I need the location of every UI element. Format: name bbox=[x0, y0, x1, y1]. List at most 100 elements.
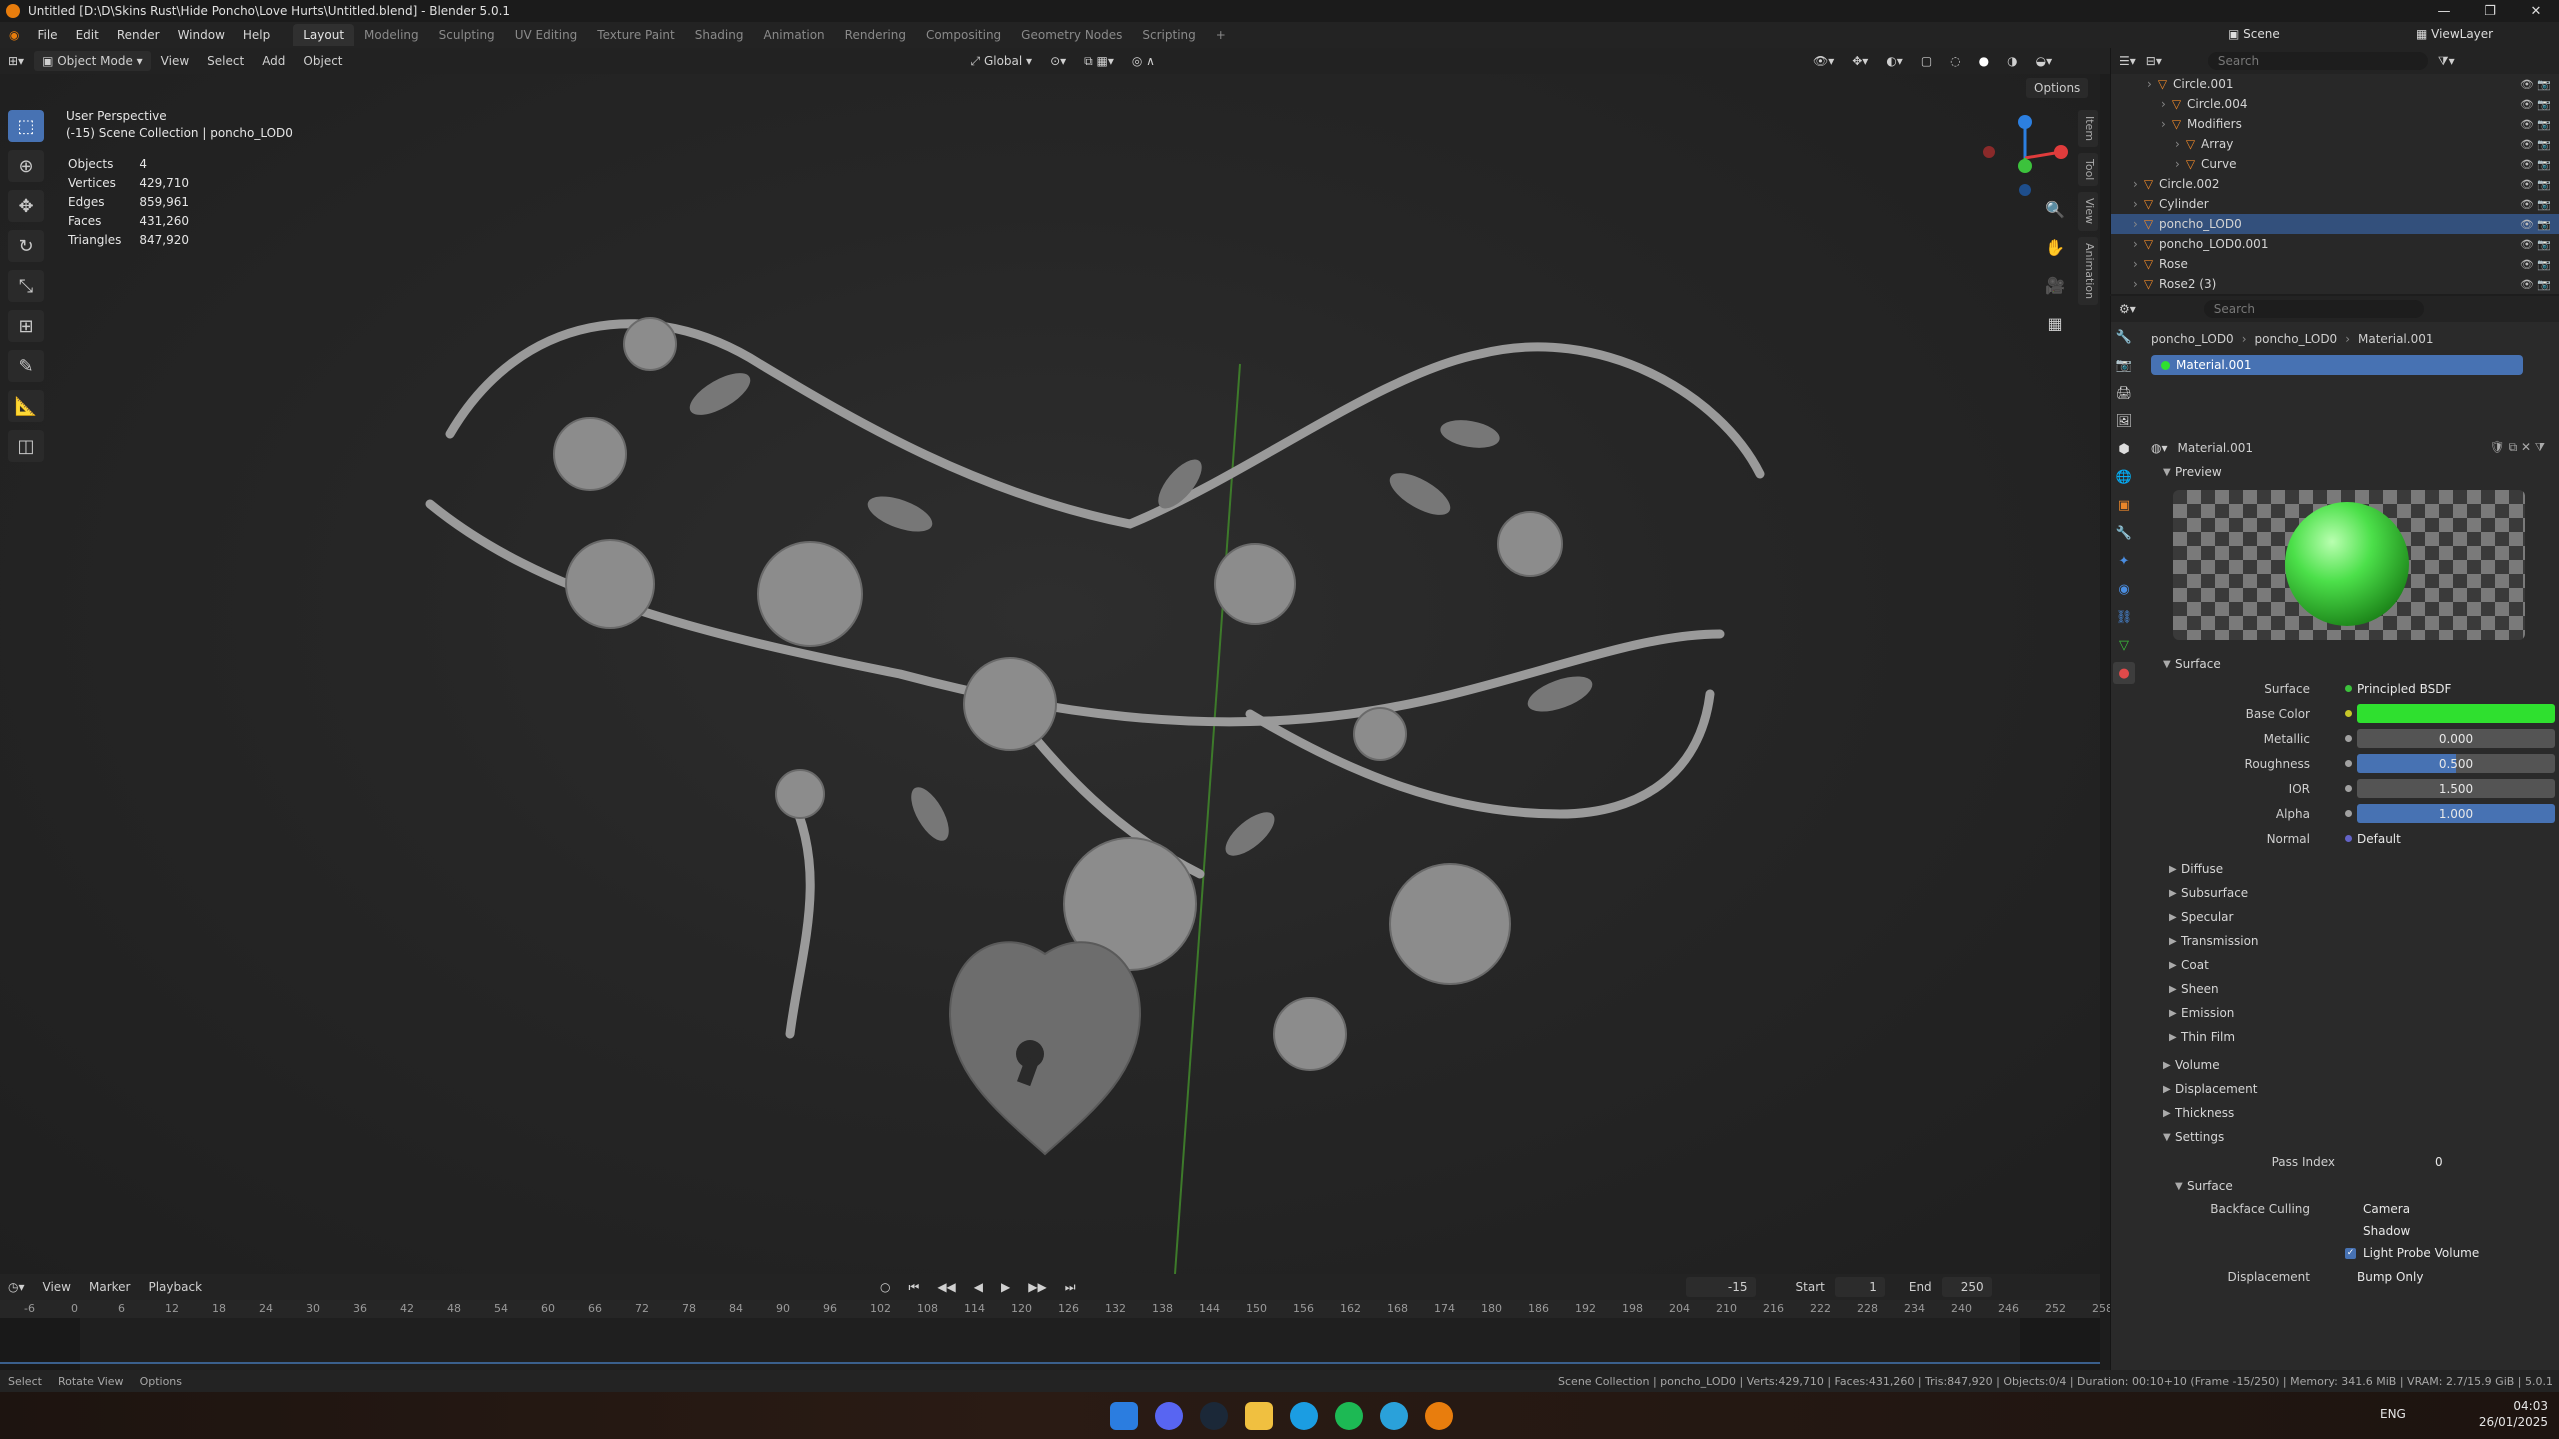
shading-rendered-icon[interactable]: ◒▾ bbox=[2028, 51, 2061, 71]
expand-arrow-icon[interactable]: › bbox=[2133, 197, 2138, 211]
visibility-toggle-icon[interactable]: 👁 📷 bbox=[2520, 78, 2551, 91]
data-tab-icon[interactable]: ▽ bbox=[2113, 634, 2135, 656]
subsection-thin-film[interactable]: ▶ Thin Film bbox=[2145, 1025, 2555, 1049]
tab-layout[interactable]: Layout bbox=[293, 24, 355, 46]
outliner-item[interactable]: › ▽ Rose2 (3) 👁 📷 bbox=[2111, 274, 2559, 294]
spotify-icon[interactable] bbox=[1335, 1402, 1363, 1430]
tab-texture-paint[interactable]: Texture Paint bbox=[587, 24, 684, 46]
proportional-icon[interactable]: ◎ ∧ bbox=[1124, 51, 1163, 71]
base-color-swatch[interactable] bbox=[2357, 704, 2555, 723]
outliner-item[interactable]: › ▽ poncho_LOD0.001 👁 📷 bbox=[2111, 234, 2559, 254]
outliner-item[interactable]: › ▽ Modifiers 👁 📷 bbox=[2111, 114, 2559, 134]
move-tool-icon[interactable]: ✥ bbox=[8, 190, 44, 222]
filter-icon[interactable]: ⧩▾ bbox=[2438, 54, 2455, 69]
expand-arrow-icon[interactable]: › bbox=[2133, 237, 2138, 251]
surface-shader-field[interactable]: Principled BSDF bbox=[2357, 682, 2451, 696]
surface-section[interactable]: ▼ Surface bbox=[2145, 652, 2555, 676]
material-slot-selected[interactable]: Material.001 bbox=[2151, 355, 2523, 375]
3d-viewport[interactable] bbox=[0, 74, 2100, 1274]
normal-field[interactable]: Default bbox=[2357, 832, 2401, 846]
render-tab-icon[interactable]: 📷 bbox=[2113, 354, 2135, 376]
particles-tab-icon[interactable]: ✦ bbox=[2113, 550, 2135, 572]
subsection-emission[interactable]: ▶ Emission bbox=[2145, 1001, 2555, 1025]
volume-section[interactable]: ▶ Volume bbox=[2145, 1053, 2555, 1077]
expand-arrow-icon[interactable]: › bbox=[2161, 117, 2166, 131]
shadow-checkbox[interactable]: Shadow bbox=[2363, 1224, 2410, 1238]
tab-compositing[interactable]: Compositing bbox=[916, 24, 1011, 46]
menu-add[interactable]: Add bbox=[254, 51, 293, 71]
file-explorer-icon[interactable] bbox=[1245, 1402, 1273, 1430]
menu-edit[interactable]: Edit bbox=[67, 28, 108, 42]
play-reverse-icon[interactable]: ◀ bbox=[966, 1277, 991, 1297]
steam-icon[interactable] bbox=[1200, 1402, 1228, 1430]
visibility-toggle-icon[interactable]: 👁 📷 bbox=[2520, 98, 2551, 111]
jump-end-icon[interactable]: ⏭ bbox=[1057, 1277, 1084, 1298]
jump-start-icon[interactable]: ⏮ bbox=[901, 1277, 928, 1298]
outliner-search-input[interactable]: Search bbox=[2207, 52, 2428, 70]
tab-geometry-nodes[interactable]: Geometry Nodes bbox=[1011, 24, 1132, 46]
tab-animation-side[interactable]: Animation bbox=[2078, 236, 2098, 305]
expand-arrow-icon[interactable]: › bbox=[2175, 137, 2180, 151]
shading-material-icon[interactable]: ◑ bbox=[1999, 51, 2025, 71]
tab-view[interactable]: View bbox=[2078, 192, 2098, 231]
navigation-gizmo[interactable] bbox=[1975, 108, 2075, 208]
expand-arrow-icon[interactable]: › bbox=[2133, 217, 2138, 231]
shading-wireframe-icon[interactable]: ◌ bbox=[1942, 51, 1968, 71]
material-actions-icons[interactable]: 🛡 ⧉ ✕ ⧩ bbox=[2490, 440, 2545, 455]
tab-tool[interactable]: Tool bbox=[2078, 153, 2098, 187]
editor-type-icon[interactable]: ⊞▾ bbox=[0, 51, 32, 71]
zoom-icon[interactable]: 🔍 bbox=[2040, 196, 2070, 222]
visibility-toggle-icon[interactable]: 👁 📷 bbox=[2520, 118, 2551, 131]
physics-tab-icon[interactable]: ◉ bbox=[2113, 578, 2135, 600]
minimize-button[interactable]: — bbox=[2421, 0, 2467, 22]
telegram-icon[interactable] bbox=[1380, 1402, 1408, 1430]
subsection-specular[interactable]: ▶ Specular bbox=[2145, 905, 2555, 929]
ortho-grid-icon[interactable]: ▦ bbox=[2040, 310, 2070, 336]
select-box-tool-icon[interactable]: ⬚ bbox=[8, 110, 44, 142]
annotate-tool-icon[interactable]: ✎ bbox=[8, 350, 44, 382]
blender-taskbar-icon[interactable] bbox=[1425, 1402, 1453, 1430]
end-frame-field[interactable]: 250 bbox=[1941, 1277, 1992, 1297]
scale-tool-icon[interactable]: ⤡ bbox=[8, 270, 44, 302]
transform-tool-icon[interactable]: ⊞ bbox=[8, 310, 44, 342]
menu-window[interactable]: Window bbox=[169, 28, 234, 42]
scene-selector[interactable]: ▣ Scene bbox=[2228, 27, 2280, 41]
tab-animation[interactable]: Animation bbox=[753, 24, 834, 46]
pass-index-field[interactable]: 0 bbox=[2435, 1155, 2443, 1169]
thickness-section[interactable]: ▶ Thickness bbox=[2145, 1101, 2555, 1125]
expand-arrow-icon[interactable]: › bbox=[2147, 77, 2152, 91]
modifier-tab-icon[interactable]: 🔧 bbox=[2113, 522, 2135, 544]
expand-arrow-icon[interactable]: › bbox=[2161, 97, 2166, 111]
subsection-coat[interactable]: ▶ Coat bbox=[2145, 953, 2555, 977]
properties-editor-icon[interactable]: ⚙▾ bbox=[2119, 302, 2136, 316]
material-name-field[interactable]: Material.001 bbox=[2178, 441, 2253, 455]
visibility-toggle-icon[interactable]: 👁 📷 bbox=[2520, 258, 2551, 271]
clock[interactable]: 04:03 26/01/2025 bbox=[2478, 1398, 2548, 1430]
outliner-item[interactable]: › ▽ poncho_LOD0 👁 📷 bbox=[2111, 214, 2559, 234]
tab-scripting[interactable]: Scripting bbox=[1132, 24, 1205, 46]
outliner-item[interactable]: › ▽ Circle.004 👁 📷 bbox=[2111, 94, 2559, 114]
tab-shading[interactable]: Shading bbox=[685, 24, 754, 46]
pivot-icon[interactable]: ⊙▾ bbox=[1042, 51, 1074, 71]
subsection-subsurface[interactable]: ▶ Subsurface bbox=[2145, 881, 2555, 905]
visibility-toggle-icon[interactable]: 👁 📷 bbox=[2520, 238, 2551, 251]
menu-object[interactable]: Object bbox=[295, 51, 350, 71]
expand-arrow-icon[interactable]: › bbox=[2133, 257, 2138, 271]
subsection-diffuse[interactable]: ▶ Diffuse bbox=[2145, 857, 2555, 881]
xray-icon[interactable]: ▢ bbox=[1913, 51, 1940, 71]
rotate-tool-icon[interactable]: ↻ bbox=[8, 230, 44, 262]
shading-solid-icon[interactable]: ● bbox=[1971, 51, 1997, 71]
timeline-menu-view[interactable]: View bbox=[35, 1277, 79, 1297]
outliner-display-mode-icon[interactable]: ⊟▾ bbox=[2146, 54, 2162, 68]
add-workspace-button[interactable]: + bbox=[1206, 24, 1236, 46]
outliner-editor-icon[interactable]: ☰▾ bbox=[2119, 54, 2136, 68]
snap-icon[interactable]: ⧉ ▦▾ bbox=[1076, 51, 1122, 72]
subsection-transmission[interactable]: ▶ Transmission bbox=[2145, 929, 2555, 953]
mode-selector[interactable]: ▣ Object Mode ▾ bbox=[34, 51, 151, 71]
expand-arrow-icon[interactable]: › bbox=[2175, 157, 2180, 171]
material-browse-icon[interactable]: ◍▾ bbox=[2151, 441, 2168, 455]
displacement-method-select[interactable]: Bump Only bbox=[2357, 1270, 2423, 1284]
play-icon[interactable]: ▶ bbox=[993, 1277, 1018, 1297]
roughness-field[interactable]: 0.500 bbox=[2357, 754, 2555, 773]
viewlayer-selector[interactable]: ▦ ViewLayer bbox=[2416, 27, 2493, 41]
